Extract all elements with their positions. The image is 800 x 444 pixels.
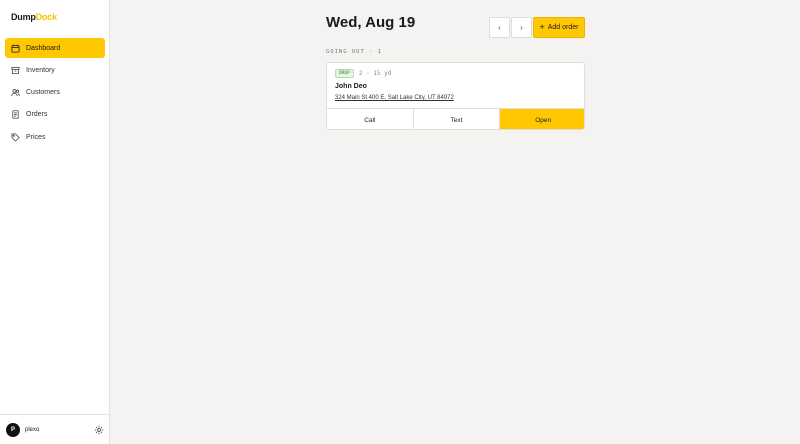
call-button[interactable]: Call xyxy=(327,109,414,129)
sidebar-nav: Dashboard Inventory Customers Orders Pri… xyxy=(5,38,105,149)
next-day-button[interactable]: › xyxy=(511,17,532,38)
logo-part-2: Dock xyxy=(35,12,57,22)
add-order-button[interactable]: + Add order xyxy=(533,17,585,38)
avatar: P xyxy=(6,422,20,437)
logo-part-1: Dump xyxy=(11,12,36,22)
chevron-left-icon: ‹ xyxy=(498,23,501,32)
calendar-icon xyxy=(11,44,20,53)
plus-icon: + xyxy=(539,22,545,32)
box-icon xyxy=(11,66,20,74)
sidebar-item-orders[interactable]: Orders xyxy=(5,105,105,125)
sidebar-item-label: Orders xyxy=(26,111,48,119)
text-button[interactable]: Text xyxy=(413,109,501,129)
sidebar-item-inventory[interactable]: Inventory xyxy=(5,60,105,80)
sidebar-item-label: Prices xyxy=(26,133,46,141)
previous-day-button[interactable]: ‹ xyxy=(489,17,510,38)
sidebar-item-prices[interactable]: Prices xyxy=(5,127,105,147)
app-logo[interactable]: DumpDock xyxy=(11,12,57,22)
add-order-label: Add order xyxy=(547,24,579,31)
open-button[interactable]: Open xyxy=(500,109,584,129)
sidebar-item-dashboard[interactable]: Dashboard xyxy=(5,38,105,58)
address-link[interactable]: 324 Main St 400 E, Salt Lake City, UT 84… xyxy=(335,95,454,101)
sidebar: DumpDock Dashboard Inventory Customers O… xyxy=(0,0,110,444)
document-icon xyxy=(12,110,19,120)
order-meta: DROP 2 · 15 yd xyxy=(335,69,391,78)
sidebar-item-label: Customers xyxy=(26,89,60,97)
customer-name: John Deo xyxy=(335,83,367,90)
order-actions: Call Text Open xyxy=(327,108,584,129)
order-card: DROP 2 · 15 yd John Deo 324 Main St 400 … xyxy=(326,62,585,130)
sidebar-item-customers[interactable]: Customers xyxy=(5,83,105,103)
order-type-badge: DROP xyxy=(335,69,354,78)
chevron-right-icon: › xyxy=(520,23,523,32)
order-quantity: 2 · 15 yd xyxy=(358,70,392,77)
users-icon xyxy=(11,89,20,97)
sidebar-item-label: Inventory xyxy=(26,66,55,74)
tag-icon xyxy=(11,133,20,142)
user-name: plexo xyxy=(25,426,40,433)
gear-icon[interactable] xyxy=(94,425,104,435)
user-menu[interactable]: P plexo xyxy=(0,414,110,444)
sidebar-item-label: Dashboard xyxy=(26,44,61,52)
section-heading: GOING OUT · 1 xyxy=(326,49,383,55)
page-title: Wed, Aug 19 xyxy=(326,14,416,31)
